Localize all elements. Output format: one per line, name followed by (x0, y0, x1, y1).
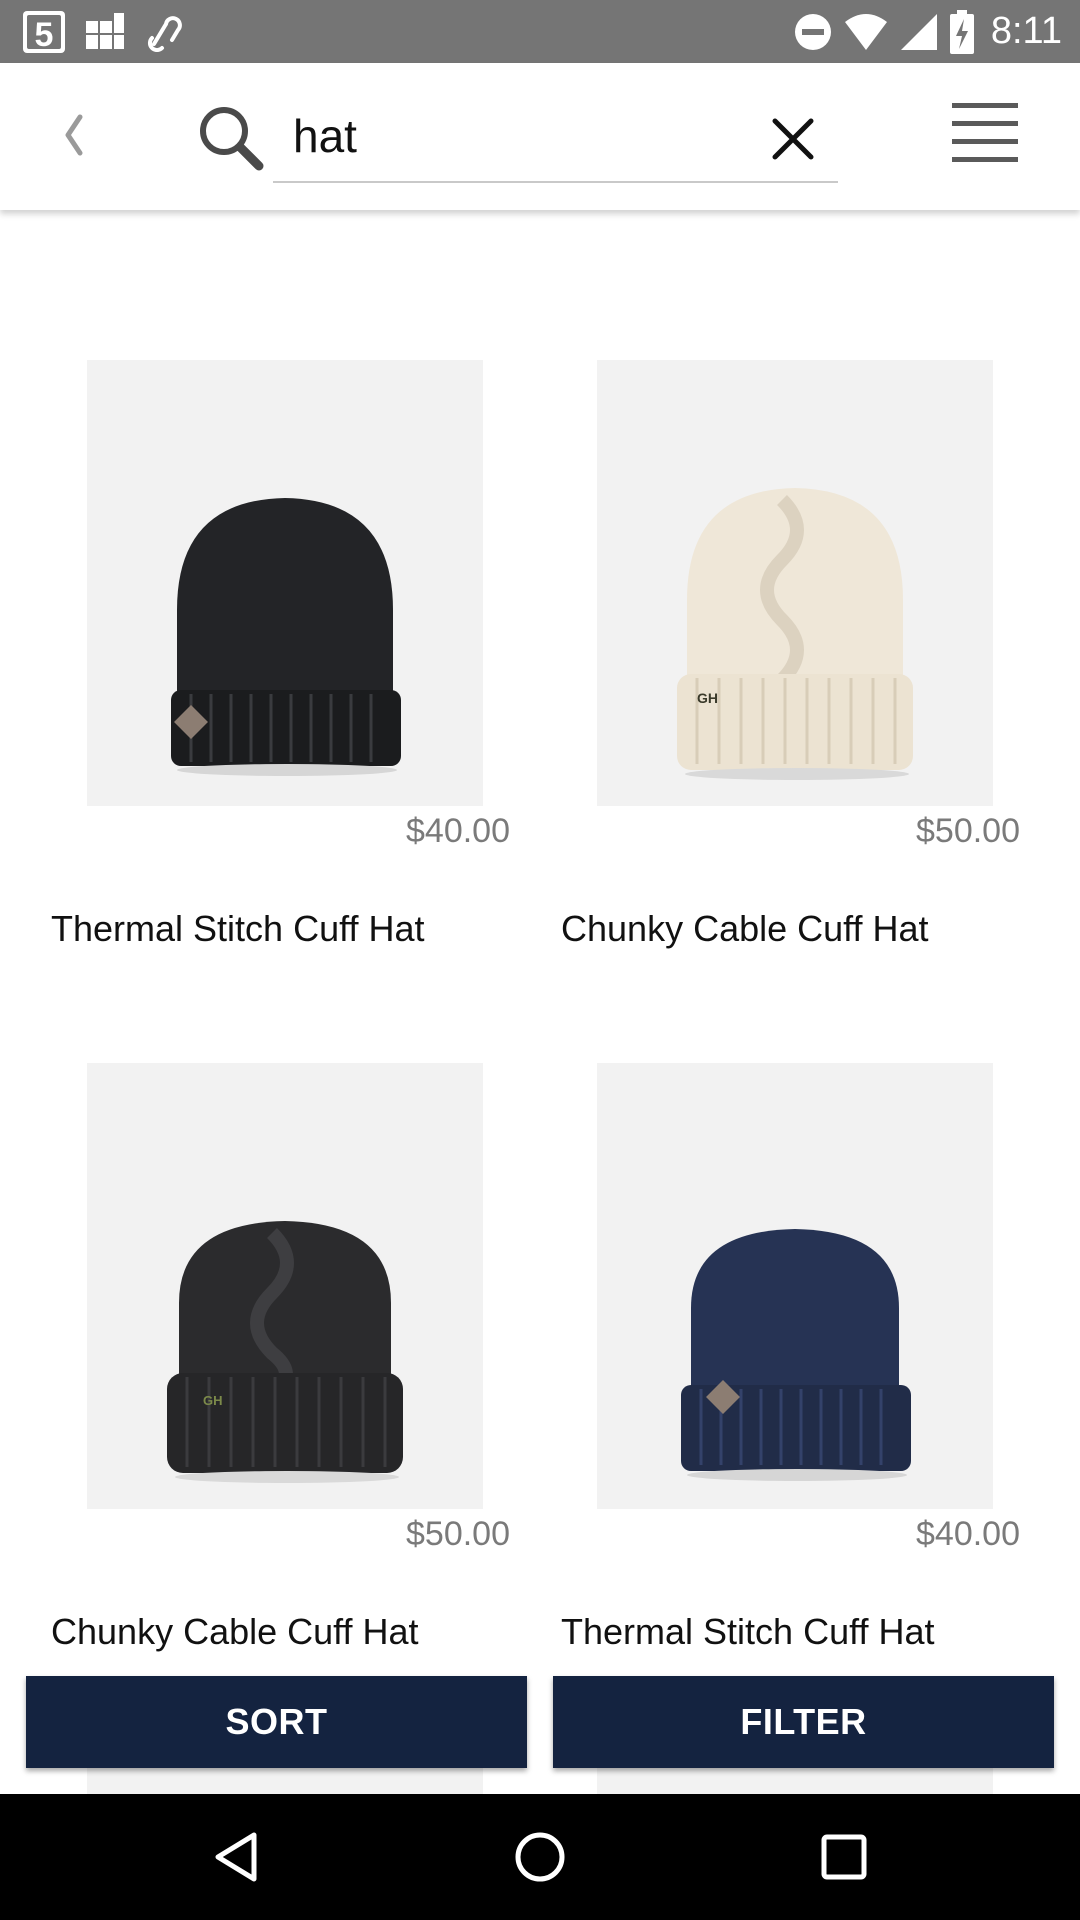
product-price: $40.00 (916, 1515, 1020, 1553)
product-grid: $40.00 Thermal Stitch Cuff Hat GH $50.00 (0, 210, 1080, 1800)
search-field[interactable] (273, 95, 838, 183)
beanie-image (171, 498, 401, 776)
grid-app-icon (86, 13, 124, 49)
nav-home-circle-icon[interactable] (510, 1827, 570, 1887)
product-image[interactable]: GH (597, 360, 993, 806)
link-app-icon (147, 16, 182, 52)
status-bar: 5 8:11 (0, 0, 1080, 63)
product-name[interactable]: Thermal Stitch Cuff Hat (51, 908, 511, 950)
battery-charging-icon (949, 9, 974, 54)
product-card[interactable]: GH $50.00 Chunky Cable Cuff Hat (0, 1063, 510, 1683)
svg-text:GH: GH (697, 690, 718, 706)
hamburger-menu-icon[interactable] (952, 101, 1018, 167)
status-time: 8:11 (990, 10, 1062, 52)
beanie-image: GH (167, 1221, 403, 1483)
nav-recents-square-icon[interactable] (814, 1827, 874, 1887)
product-card[interactable]: $40.00 Thermal Stitch Cuff Hat (0, 360, 510, 980)
product-image[interactable]: GH (87, 1063, 483, 1509)
product-price: $50.00 (406, 1515, 510, 1553)
do-not-disturb-icon (794, 13, 831, 50)
product-card[interactable]: $40.00 Thermal Stitch Cuff Hat (510, 1063, 1020, 1683)
beanie-image (681, 1229, 911, 1481)
channel-5-icon: 5 (23, 11, 65, 54)
product-image[interactable] (597, 1063, 993, 1509)
product-image[interactable] (87, 360, 483, 806)
beanie-image: GH (677, 488, 913, 780)
chevron-left-icon (65, 114, 83, 156)
status-left-icons: 5 (22, 10, 184, 54)
back-button[interactable] (52, 103, 96, 167)
navigation-bar (0, 1794, 1080, 1920)
filter-button[interactable]: FILTER (553, 1676, 1054, 1768)
product-price: $50.00 (916, 812, 1020, 850)
product-name[interactable]: Thermal Stitch Cuff Hat (561, 1611, 1021, 1653)
product-name[interactable]: Chunky Cable Cuff Hat (561, 908, 1021, 950)
sort-button[interactable]: SORT (26, 1676, 527, 1768)
search-input[interactable] (293, 103, 733, 169)
product-card[interactable]: GH $50.00 Chunky Cable Cuff Hat (510, 360, 1020, 980)
nav-back-triangle-icon[interactable] (206, 1827, 266, 1887)
product-price: $40.00 (406, 812, 510, 850)
search-icon[interactable] (196, 103, 266, 173)
close-icon[interactable] (763, 109, 823, 169)
svg-text:5: 5 (35, 16, 54, 54)
search-toolbar (0, 63, 1080, 210)
signal-icon (900, 13, 937, 50)
status-right-icons: 8:11 (793, 0, 1062, 63)
svg-text:GH: GH (203, 1393, 223, 1408)
wifi-icon (844, 13, 887, 50)
product-name[interactable]: Chunky Cable Cuff Hat (51, 1611, 511, 1653)
